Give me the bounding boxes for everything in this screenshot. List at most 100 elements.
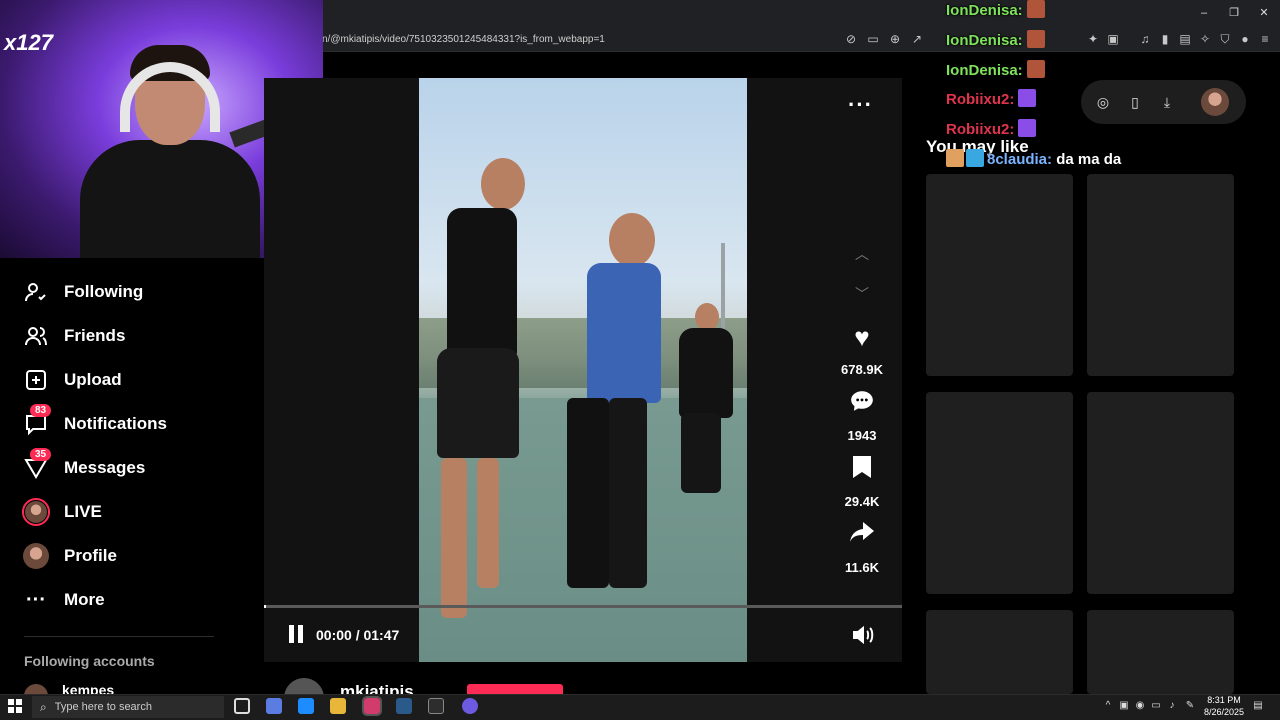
bystander-head <box>695 303 719 331</box>
streamer-body <box>80 140 260 258</box>
minimize-button[interactable]: – <box>1196 6 1212 20</box>
sidebar-item-live[interactable]: LIVE <box>22 494 102 530</box>
phone-icon[interactable]: ▯ <box>1126 93 1144 111</box>
pocket-icon[interactable]: ▣ <box>1106 32 1120 46</box>
share-icon[interactable]: ↗ <box>910 32 924 46</box>
screen-icon[interactable]: ▭ <box>866 32 880 46</box>
previous-video-icon[interactable]: ︿ <box>852 244 872 264</box>
sidebar-item-friends[interactable]: Friends <box>22 318 125 354</box>
sidebar-divider <box>24 636 214 637</box>
like-icon[interactable]: ♥ <box>846 322 878 352</box>
vpn-icon[interactable]: ● <box>1238 32 1252 46</box>
reader-mode-icon[interactable]: ⊘ <box>844 32 858 46</box>
sidebar-item-label: Notifications <box>64 414 167 433</box>
sidebar-item-following[interactable]: Following <box>22 274 143 310</box>
network-icon[interactable]: ▭ <box>1150 700 1162 712</box>
emote-icon <box>1018 89 1037 107</box>
tray-app-icon[interactable]: ◉ <box>1134 700 1146 712</box>
recommended-video-thumb[interactable] <box>1087 174 1234 376</box>
progress-bar[interactable] <box>264 605 902 608</box>
tray-app-icon[interactable]: ▣ <box>1118 700 1130 712</box>
volume-tray-icon[interactable]: ♪ <box>1166 700 1178 712</box>
restore-button[interactable]: ❐ <box>1226 6 1242 20</box>
upload-icon <box>22 366 50 394</box>
steam-icon[interactable] <box>396 698 412 714</box>
ai-icon[interactable]: ✧ <box>1198 32 1212 46</box>
tiktok-icon[interactable]: ◎ <box>1094 93 1112 111</box>
tray-chevron-icon[interactable]: ^ <box>1102 700 1114 712</box>
chat-username: 8claudia: <box>987 151 1053 168</box>
chat-message: Robiixu2: <box>946 89 1037 108</box>
sidebar-item-upload[interactable]: Upload <box>22 362 122 398</box>
shield-icon[interactable]: ⛉ <box>1218 32 1232 46</box>
save-count: 29.4K <box>844 494 880 509</box>
sidebar-item-label: LIVE <box>64 502 102 521</box>
music-icon[interactable]: ♫ <box>1138 32 1152 46</box>
messages-badge: 35 <box>30 448 52 461</box>
player-blue-leg <box>567 398 609 588</box>
pause-button[interactable] <box>284 622 308 646</box>
sidebar-item-label: More <box>64 590 105 609</box>
more-icon: ··· <box>26 588 46 611</box>
chat-username: Robiixu2: <box>946 121 1015 138</box>
chat-username: IonDenisa: <box>946 32 1023 49</box>
recommended-video-thumb[interactable] <box>926 392 1073 594</box>
sidebar-item-notifications[interactable]: 83 Notifications <box>22 404 167 442</box>
user-avatar[interactable] <box>1201 88 1229 116</box>
close-button[interactable]: ✕ <box>1256 6 1272 20</box>
clock-time[interactable]: 8:31 PM <box>1206 695 1242 705</box>
browser-app-icon[interactable] <box>362 696 382 716</box>
sidebar-item-profile[interactable]: Profile <box>22 538 117 574</box>
pen-icon[interactable]: ✎ <box>1184 700 1196 712</box>
chat-username: IonDenisa: <box>946 62 1023 79</box>
share-arrow-icon[interactable] <box>846 520 878 550</box>
bookmark-icon[interactable] <box>846 454 878 484</box>
sidebar-item-label: Upload <box>64 370 122 389</box>
recommended-video-thumb[interactable] <box>1087 392 1234 594</box>
sidebar-item-label: Friends <box>64 326 126 345</box>
edge-icon[interactable] <box>298 698 314 714</box>
badge-icon <box>946 149 964 167</box>
chat-message: Robiixu2: <box>946 119 1037 138</box>
recommended-video-thumb[interactable] <box>926 174 1073 376</box>
sidebar-toggle-icon[interactable]: ▮ <box>1158 32 1172 46</box>
menu-icon[interactable]: ≡ <box>1258 32 1272 46</box>
zoom-icon[interactable]: ⊕ <box>888 32 902 46</box>
comment-count: 1943 <box>847 428 877 443</box>
url-text[interactable]: n/@mkiatipis/video/7510323501245484331?i… <box>322 34 605 45</box>
clock-date[interactable]: 8/26/2025 <box>1202 707 1246 717</box>
player-tall-leg <box>441 458 467 618</box>
copilot-icon[interactable] <box>266 698 282 714</box>
badge-icon <box>966 149 984 167</box>
terminal-icon[interactable] <box>428 698 444 714</box>
download-icon[interactable]: ⤓ <box>1158 93 1176 111</box>
obs-icon[interactable] <box>462 698 478 714</box>
sidebar-item-more[interactable]: ··· More <box>22 582 105 618</box>
player-tall-shorts <box>437 348 519 458</box>
player-blue-head <box>609 213 655 267</box>
extensions-icon[interactable]: ✦ <box>1086 32 1100 46</box>
emote-icon <box>1018 119 1037 137</box>
recommended-video-thumb[interactable] <box>1087 610 1234 694</box>
video-player[interactable] <box>419 78 747 662</box>
wallet-icon[interactable]: ▤ <box>1178 32 1192 46</box>
sidebar-item-label: Messages <box>64 458 146 477</box>
taskbar-search[interactable]: ⌕ Type here to search <box>32 696 224 718</box>
notification-center-icon[interactable]: ▤ <box>1252 700 1264 712</box>
comment-icon[interactable] <box>846 388 878 418</box>
more-options-button[interactable]: ··· <box>848 92 873 118</box>
windows-start-icon[interactable] <box>8 699 24 715</box>
progress-fill <box>264 605 266 608</box>
live-avatar <box>22 498 50 526</box>
file-explorer-icon[interactable] <box>330 698 346 714</box>
emote-icon <box>1026 0 1045 18</box>
bystander-shirt <box>679 328 733 418</box>
next-video-icon[interactable]: ﹀ <box>852 284 872 304</box>
task-view-icon[interactable] <box>234 698 250 714</box>
search-icon: ⌕ <box>40 699 47 714</box>
chat-message: IonDenisa: <box>946 30 1045 49</box>
recommended-video-thumb[interactable] <box>926 610 1073 694</box>
following-accounts-heading: Following accounts <box>24 653 155 669</box>
volume-icon[interactable] <box>850 624 876 646</box>
sidebar-item-messages[interactable]: 35 Messages <box>22 448 146 486</box>
